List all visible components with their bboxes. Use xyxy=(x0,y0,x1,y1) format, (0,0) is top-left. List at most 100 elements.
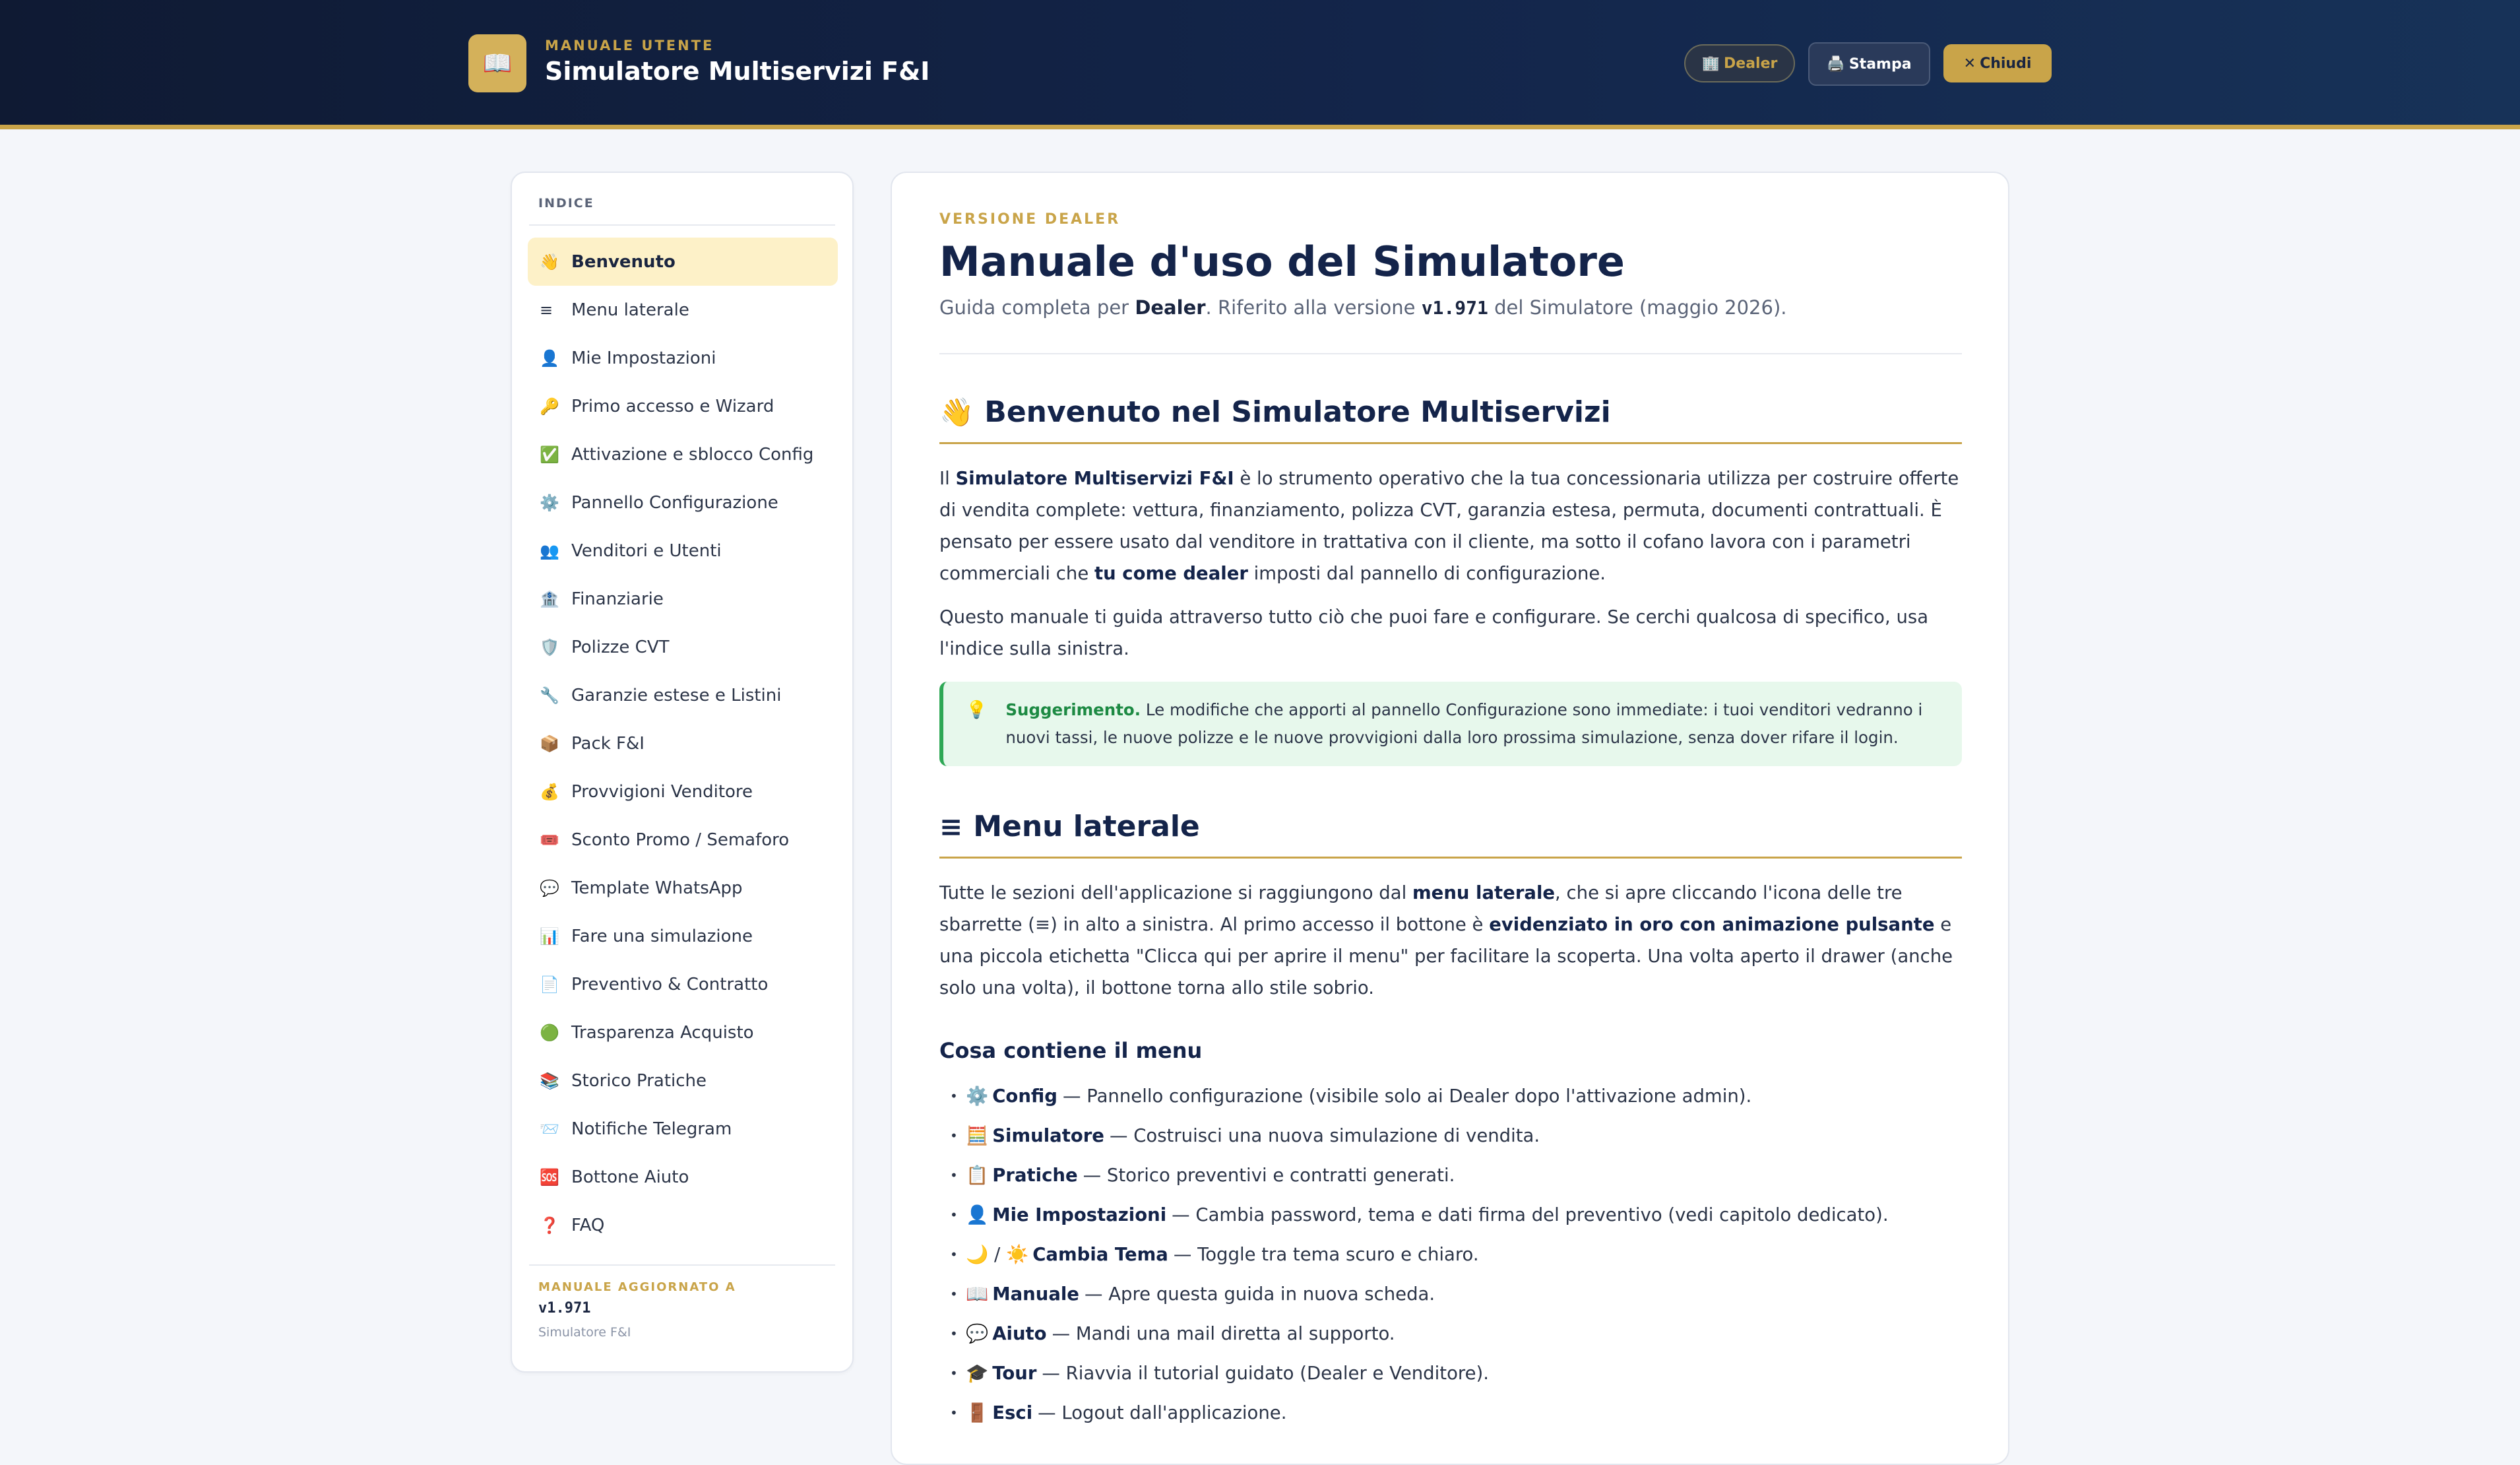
sidebar-item[interactable]: ≡ Menu laterale xyxy=(528,286,838,334)
sidebar-item[interactable]: 💬 Template WhatsApp xyxy=(528,864,838,912)
sidebar-item[interactable]: ✅ Attivazione e sblocco Config xyxy=(528,430,838,478)
sidebar-item-label: Menu laterale xyxy=(571,300,689,320)
menu-entry-icon: 📋 xyxy=(966,1165,989,1186)
sidebar-item-icon: 🎟️ xyxy=(540,830,559,849)
side-menu-paragraph: Tutte le sezioni dell'applicazione si ra… xyxy=(939,882,1953,998)
bullet-icon: • xyxy=(950,1128,958,1144)
sidebar-item-label: Template WhatsApp xyxy=(571,878,743,898)
bullet-icon: • xyxy=(950,1247,958,1262)
menu-entry-description: — Costruisci una nuova simulazione di ve… xyxy=(1109,1125,1540,1146)
sidebar-item-icon: ✅ xyxy=(540,445,559,464)
manual-app-name: Simulatore F&I xyxy=(538,1325,631,1340)
list-item: • 🌙 / ☀️ Cambia Tema — Toggle tra tema scur… xyxy=(950,1235,1962,1274)
sidebar-item[interactable]: 📄 Preventivo & Contratto xyxy=(528,960,838,1008)
tip-callout: 💡 Suggerimento. Le modifiche che apporti… xyxy=(939,682,1962,766)
menu-entry-name: Simulatore xyxy=(992,1125,1104,1146)
bullet-icon: • xyxy=(950,1088,958,1104)
sidebar-item[interactable]: 👤 Mie Impostazioni xyxy=(528,334,838,382)
list-item: • ⚙️ Config — Pannello configurazione (visi… xyxy=(950,1076,1962,1116)
sidebar-item[interactable]: 👋 Benvenuto xyxy=(528,238,838,286)
bullet-icon: • xyxy=(950,1365,958,1381)
dealer-role-button[interactable]: 🏢 Dealer xyxy=(1684,44,1795,82)
menu-entry-icon: 🎓 xyxy=(966,1363,989,1384)
sidebar-item-label: Finanziarie xyxy=(571,589,664,609)
print-button[interactable]: 🖨️ Stampa xyxy=(1808,42,1930,86)
hamburger-icon: ≡ xyxy=(939,810,963,843)
divider xyxy=(939,353,1962,354)
menu-entry-description: — Riavvia il tutorial guidato (Dealer e … xyxy=(1042,1363,1489,1384)
sidebar-item-icon: 📄 xyxy=(540,975,559,994)
list-item: • 🧮 Simulatore — Costruisci una nuova simul… xyxy=(950,1116,1962,1156)
sidebar-item-icon: 👋 xyxy=(540,252,559,271)
sidebar-item[interactable]: 📦 Pack F&I xyxy=(528,719,838,767)
sidebar-item[interactable]: 🟢 Trasparenza Acquisto xyxy=(528,1008,838,1057)
sidebar-item[interactable]: 🎟️ Sconto Promo / Semaforo xyxy=(528,816,838,864)
menu-entry-description: — Cambia password, tema e dati firma del… xyxy=(1172,1204,1889,1225)
sidebar-item-icon: 🔑 xyxy=(540,397,559,416)
sidebar-item-icon: 📚 xyxy=(540,1071,559,1090)
index-heading: INDICE xyxy=(538,196,594,211)
menu-entry-icon: 🧮 xyxy=(966,1125,989,1146)
menu-entry-icon: 📖 xyxy=(966,1284,989,1305)
close-button[interactable]: ✕ Chiudi xyxy=(1943,44,2052,82)
list-item: • 🎓 Tour — Riavvia il tutorial guidato (Dea… xyxy=(950,1353,1962,1393)
sidebar-item[interactable]: ⚙️ Pannello Configurazione xyxy=(528,478,838,527)
sidebar-item[interactable]: 🆘 Bottone Aiuto xyxy=(528,1153,838,1201)
sidebar-item-label: Attivazione e sblocco Config xyxy=(571,444,814,465)
sidebar-item[interactable]: 🔑 Primo accesso e Wizard xyxy=(528,382,838,430)
sidebar-item-icon: 🟢 xyxy=(540,1023,559,1042)
waving-hand-icon: 👋 xyxy=(939,395,974,428)
welcome-paragraph: Il Simulatore Multiservizi F&I è lo stru… xyxy=(939,468,1959,584)
menu-entry-name: Config xyxy=(992,1086,1057,1107)
top-header: 📖 MANUALE UTENTE Simulatore Multiservizi… xyxy=(0,0,2520,129)
section-title-welcome: 👋 Benvenuto nel Simulatore Multiservizi xyxy=(939,395,1962,444)
sidebar-item-label: Bottone Aiuto xyxy=(571,1167,689,1187)
sidebar-item[interactable]: 📊 Fare una simulazione xyxy=(528,912,838,960)
menu-entry-description: — Toggle tra tema scuro e chiaro. xyxy=(1173,1244,1479,1265)
menu-entry-name: Mie Impostazioni xyxy=(992,1204,1167,1225)
bullet-icon: • xyxy=(950,1167,958,1183)
sidebar-item-icon: ⚙️ xyxy=(540,493,559,512)
sidebar-item[interactable]: 🛡️ Polizze CVT xyxy=(528,623,838,671)
sidebar-item-label: Notifiche Telegram xyxy=(571,1119,732,1139)
list-item: • 👤 Mie Impostazioni — Cambia password, tem… xyxy=(950,1195,1962,1235)
close-label: Chiudi xyxy=(1980,55,2032,72)
sidebar-item-label: Preventivo & Contratto xyxy=(571,974,769,994)
bullet-icon: • xyxy=(950,1207,958,1223)
sidebar-item[interactable]: 💰 Provvigioni Venditore xyxy=(528,767,838,816)
sidebar-item-icon: 🔧 xyxy=(540,686,559,705)
list-item: • 📖 Manuale — Apre questa guida in nuova sc… xyxy=(950,1274,1962,1314)
sidebar-item[interactable]: 🔧 Garanzie estese e Listini xyxy=(528,671,838,719)
sidebar-item-label: Benvenuto xyxy=(571,251,676,272)
sidebar-item-icon: 📊 xyxy=(540,927,559,946)
sidebar-item[interactable]: ❓ FAQ xyxy=(528,1201,838,1249)
sidebar-item[interactable]: 📚 Storico Pratiche xyxy=(528,1057,838,1105)
sidebar-item-icon: 📨 xyxy=(540,1119,559,1138)
sidebar-item-label: Sconto Promo / Semaforo xyxy=(571,830,790,850)
manual-version: v1.971 xyxy=(538,1300,591,1317)
menu-entry-icon: 👤 xyxy=(966,1204,989,1225)
sidebar-item-label: Venditori e Utenti xyxy=(571,540,722,561)
lightbulb-icon: 💡 xyxy=(966,700,988,720)
section-side-menu: ≡ Menu laterale Tutte le sezioni dell'ap… xyxy=(939,810,1962,1433)
print-label: Stampa xyxy=(1848,55,1912,73)
sidebar-item-label: Mie Impostazioni xyxy=(571,348,716,368)
menu-entry-icon: 🌙 / ☀️ xyxy=(966,1244,1029,1265)
sidebar-item-icon: 💬 xyxy=(540,878,559,897)
header-kicker: MANUALE UTENTE xyxy=(545,38,714,53)
list-item: • 💬 Aiuto — Mandi una mail diretta al suppo… xyxy=(950,1314,1962,1353)
sidebar-item[interactable]: 👥 Venditori e Utenti xyxy=(528,527,838,575)
sidebar-item-icon: 🛡️ xyxy=(540,637,559,657)
menu-entry-name: Manuale xyxy=(992,1284,1079,1305)
menu-entry-name: Esci xyxy=(992,1402,1033,1423)
sidebar-item-label: Trasparenza Acquisto xyxy=(571,1022,754,1043)
close-icon: ✕ xyxy=(1963,55,1976,72)
list-item: • 📋 Pratiche — Storico preventivi e contrat… xyxy=(950,1156,1962,1195)
menu-entry-name: Pratiche xyxy=(992,1165,1078,1186)
menu-entry-description: — Storico preventivi e contratti generat… xyxy=(1083,1165,1455,1186)
sidebar-item-icon: ≡ xyxy=(540,300,553,319)
menu-entry-icon: ⚙️ xyxy=(966,1086,989,1107)
sidebar-item-label: Garanzie estese e Listini xyxy=(571,685,782,705)
sidebar-item[interactable]: 🏦 Finanziarie xyxy=(528,575,838,623)
sidebar-item[interactable]: 📨 Notifiche Telegram xyxy=(528,1105,838,1153)
